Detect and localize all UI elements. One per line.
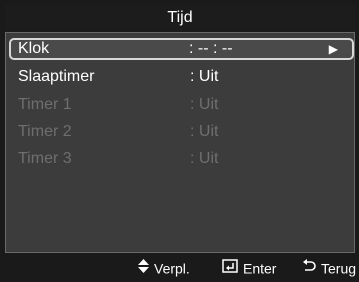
- move-hint: Verpl.: [138, 253, 190, 282]
- enter-hint: Enter: [222, 253, 276, 282]
- menu-item-label: Klok: [18, 40, 50, 57]
- footer-hint-bar: Verpl. Enter Terug: [0, 253, 359, 281]
- menu-item-value: : Uit: [190, 123, 219, 140]
- menu-item-timer-3: Timer 3 : Uit: [10, 148, 354, 170]
- menu-item-timer-1: Timer 1 : Uit: [10, 94, 354, 116]
- menu-item-label: Timer 3: [18, 150, 72, 167]
- return-hint: Terug: [302, 253, 356, 282]
- enter-hint-label: Enter: [243, 260, 277, 277]
- menu-item-value: : -- : --: [189, 40, 233, 57]
- return-icon: [302, 254, 316, 282]
- menu-title: Tijd: [5, 4, 355, 31]
- return-hint-label: Terug: [321, 260, 357, 277]
- up-down-arrows-icon: [138, 254, 149, 282]
- menu-item-label: Timer 2: [18, 123, 72, 140]
- menu-item-label: Timer 1: [18, 96, 72, 113]
- menu-item-value: : Uit: [190, 68, 219, 85]
- menu-item-slaaptimer[interactable]: Slaaptimer : Uit: [10, 66, 354, 88]
- move-hint-label: Verpl.: [154, 260, 190, 277]
- menu-item-value: : Uit: [190, 150, 219, 167]
- menu-item-label: Slaaptimer: [18, 68, 95, 85]
- enter-icon: [222, 254, 238, 282]
- play-arrow-icon: ▶: [328, 42, 338, 56]
- menu-item-klok[interactable]: Klok : -- : -- ▶: [9, 38, 354, 60]
- osd-menu-window: Tijd Klok : -- : -- ▶ Slaaptimer : Uit T…: [0, 0, 359, 281]
- menu-item-timer-2: Timer 2 : Uit: [10, 121, 354, 143]
- menu-item-value: : Uit: [190, 96, 219, 113]
